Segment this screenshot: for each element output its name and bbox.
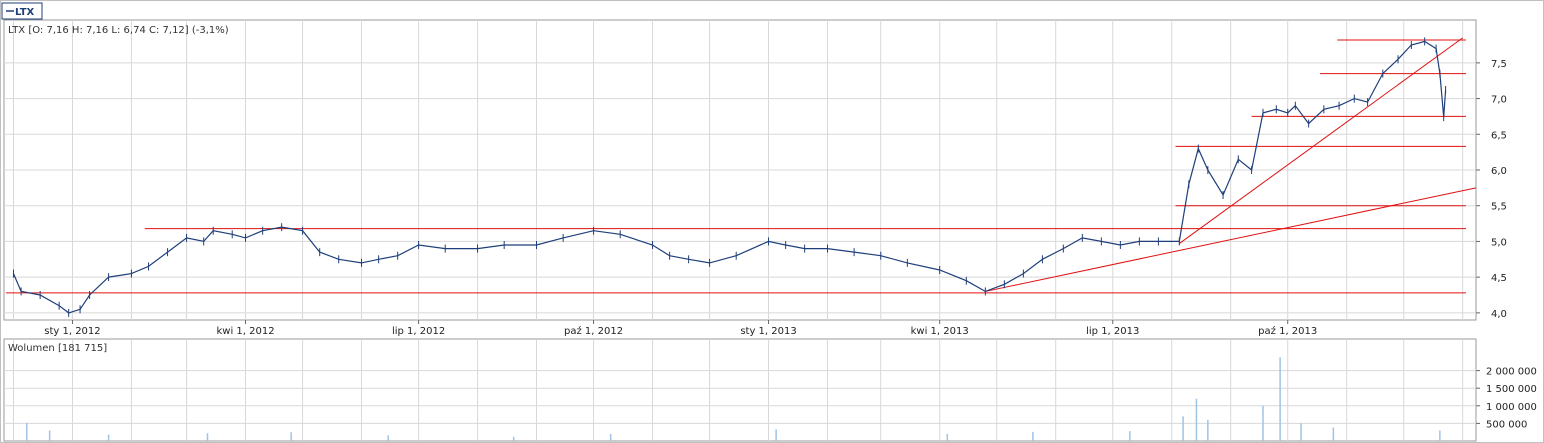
volume-plot-area bbox=[3, 338, 1477, 442]
volume-y-tick-label: 500 000 bbox=[1486, 419, 1527, 430]
price-x-tick-label: kwi 1, 2013 bbox=[911, 326, 969, 337]
price-y-tick-label: 6,5 bbox=[1491, 130, 1507, 141]
volume-y-tick-label: 1 000 000 bbox=[1486, 402, 1537, 413]
price-y-tick-label: 7,0 bbox=[1491, 95, 1507, 106]
volume-y-tick-label: 2 000 000 bbox=[1486, 367, 1537, 378]
price-y-tick-label: 4,5 bbox=[1491, 273, 1507, 284]
price-title: LTX [O: 7,16 H: 7,16 L: 6,74 C: 7,12] (-… bbox=[8, 25, 229, 36]
stock-chart: LTX sty 1, 2012 kwi 1, 2012 lip 1, 2012 paź… bbox=[0, 0, 1544, 443]
price-x-tick-label: lip 1, 2013 bbox=[1086, 326, 1139, 337]
price-x-tick-label: sty 1, 2012 bbox=[44, 326, 100, 337]
price-x-tick-label: paź 1, 2012 bbox=[564, 325, 623, 337]
price-y-tick-label: 4,0 bbox=[1491, 309, 1507, 320]
volume-title: Wolumen [181 715] bbox=[8, 343, 107, 354]
volume-panel: 500 000 1 000 000 1 500 000 2 000 000 Wolum… bbox=[3, 338, 1537, 442]
price-x-tick-label: lip 1, 2012 bbox=[392, 326, 445, 337]
price-y-tick-label: 7,5 bbox=[1491, 59, 1507, 70]
volume-y-tick-label: 1 500 000 bbox=[1486, 384, 1537, 395]
price-x-tick-label: sty 1, 2013 bbox=[740, 326, 796, 337]
price-panel: sty 1, 2012 kwi 1, 2012 lip 1, 2012 paź 1, … bbox=[3, 19, 1507, 337]
price-y-tick-label: 5,5 bbox=[1491, 202, 1507, 213]
price-x-tick-label: paź 1, 2013 bbox=[1258, 325, 1317, 337]
price-y-tick-label: 5,0 bbox=[1491, 237, 1507, 248]
price-y-tick-label: 6,0 bbox=[1491, 166, 1507, 177]
price-x-tick-label: kwi 1, 2012 bbox=[216, 326, 274, 337]
legend[interactable]: LTX bbox=[1, 2, 43, 20]
legend-ticker: LTX bbox=[15, 7, 35, 18]
chart-stage: LTX sty 1, 2012 kwi 1, 2012 lip 1, 2012 paź… bbox=[0, 0, 1544, 443]
